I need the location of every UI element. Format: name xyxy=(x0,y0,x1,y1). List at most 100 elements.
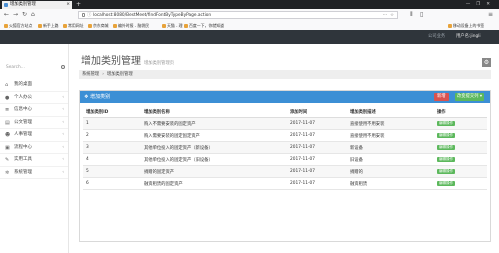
table-row: 5 捐赠的固定资产 2017-11-07 捐赠的 编辑操作 xyxy=(83,165,487,178)
chevron-left-icon: ‹ xyxy=(62,94,64,100)
category-table: 增加类别ID 增加类别名称 添加时间 增加类别描述 操作 1 购入不需要安装的固… xyxy=(83,107,487,190)
category-panel: ❖ 增加类别 新增 改变提交列 ▾ 增加类别ID 增加类别名称 添加时间 增加类… xyxy=(79,90,491,242)
mobile-bookmarks[interactable]: 移动设备上的书签 xyxy=(448,21,484,30)
column-header[interactable]: 添加时间 xyxy=(287,107,347,118)
column-header: 操作 xyxy=(434,107,487,118)
chevron-left-icon: ‹ xyxy=(62,107,64,112)
bookmark-item[interactable]: 新手上路 xyxy=(38,21,59,30)
chevron-left-icon: ‹ xyxy=(62,132,64,137)
sidebar-item-workflow[interactable]: ▣ 流程中心 ‹ xyxy=(0,142,68,154)
sidebar-item-hr[interactable]: ☻ 人事管理 ‹ xyxy=(0,129,68,142)
breadcrumb-item[interactable]: 系统管理 xyxy=(82,72,99,77)
tab-close-icon[interactable]: × xyxy=(66,1,70,9)
sidebar-item-tools[interactable]: ✎ 实用工具 ‹ xyxy=(0,154,68,167)
cell-name: 购入不需要安装的固定资产 xyxy=(141,117,287,130)
bookmark-item[interactable]: 百度一下，你就知道 xyxy=(184,21,224,30)
bookmark-item[interactable]: 火狐官方站点 xyxy=(4,21,32,30)
table-row: 1 购入不需要安装的固定资产 2017-11-07 直接使用不用安装 编辑操作 xyxy=(83,117,487,130)
cell-id: 1 xyxy=(83,117,141,130)
library-icon[interactable]: ⫴ xyxy=(410,11,413,19)
table-row: 2 购入需要安装的固定固定资产 2017-11-07 直接使用不用安装 编辑操作 xyxy=(83,129,487,142)
table-row: 3 其他单位投入的固定资产（新设备） 2017-11-07 新设备 编辑操作 xyxy=(83,141,487,154)
column-header[interactable]: 增加类别ID xyxy=(83,107,141,118)
new-tab-icon[interactable]: + xyxy=(76,0,81,9)
browser-tab[interactable]: 增加类别管理 × xyxy=(2,1,72,9)
edit-button[interactable]: 编辑操作 xyxy=(437,121,455,126)
sidebar-item-desktop[interactable]: ⌂ 我的桌面 xyxy=(0,79,68,92)
cell-action: 编辑操作 xyxy=(434,129,487,142)
sidebar-search-input[interactable]: Search... xyxy=(3,63,61,72)
column-header[interactable]: 增加类别名称 xyxy=(141,107,287,118)
edit-button[interactable]: 编辑操作 xyxy=(437,169,455,174)
cell-name: 购入需要安装的固定固定资产 xyxy=(141,129,287,142)
window-controls[interactable]: —❐✕ xyxy=(466,0,496,9)
cell-action: 编辑操作 xyxy=(434,141,487,154)
edit-button[interactable]: 编辑操作 xyxy=(437,133,455,138)
column-header[interactable]: 增加类别描述 xyxy=(347,107,434,118)
chevron-left-icon: ‹ xyxy=(62,144,64,150)
settings-gear-icon[interactable]: ⚙ xyxy=(482,58,491,67)
table-row: 4 其他单位投入的固定资产（旧设备） 2017-11-07 旧设备 编辑操作 xyxy=(83,153,487,166)
sidebar-item-documents[interactable]: ▤ 公文管理 ‹ xyxy=(0,117,68,129)
cell-id: 5 xyxy=(83,165,141,178)
cell-date: 2017-11-07 xyxy=(287,177,347,190)
sidebar-item-info-center[interactable]: ≣ 信息中心 ‹ xyxy=(0,104,68,117)
sidebar-toggle-icon[interactable]: ▯ xyxy=(420,11,423,19)
bookmark-item[interactable]: 编外时报 - 脑袋民 xyxy=(113,21,149,30)
company-business-link[interactable]: 公司业务 xyxy=(428,30,445,44)
cell-name: 融资租赁的固定资产 xyxy=(141,177,287,190)
wrench-icon: ✎ xyxy=(5,157,10,163)
edit-button[interactable]: 编辑操作 xyxy=(437,157,455,162)
browser-tab-bar: 增加类别管理 × + —❐✕ xyxy=(0,0,499,9)
bookmark-item[interactable]: 天猫 - 理 xyxy=(162,21,183,30)
url-bar[interactable]: ⓘ localhost:8080/BestMeet/findFontByType… xyxy=(78,11,398,19)
edit-button[interactable]: 编辑操作 xyxy=(437,181,455,186)
bookmark-icon xyxy=(63,24,67,28)
cell-date: 2017-11-07 xyxy=(287,153,347,166)
breadcrumb: 系统管理 › 增加类别管理 xyxy=(79,70,491,79)
people-icon: ☻ xyxy=(5,132,11,138)
cell-name: 其他单位投入的固定资产（旧设备） xyxy=(141,153,287,166)
bookmark-icon xyxy=(88,24,92,28)
menu-icon[interactable]: ≡ xyxy=(488,11,493,19)
cell-desc: 捐赠的 xyxy=(347,165,434,178)
cell-id: 3 xyxy=(83,141,141,154)
chevron-left-icon: ‹ xyxy=(62,119,64,125)
cell-desc: 直接使用不用安装 xyxy=(347,129,434,142)
add-button[interactable]: 新增 xyxy=(434,93,449,101)
cell-id: 2 xyxy=(83,129,141,142)
chevron-left-icon: ‹ xyxy=(62,169,64,175)
cell-desc: 旧设备 xyxy=(347,153,434,166)
cell-date: 2017-11-07 xyxy=(287,165,347,178)
page-actions-icon[interactable]: ··· xyxy=(383,12,387,18)
gear-icon: ✲ xyxy=(5,169,10,176)
cell-date: 2017-11-07 xyxy=(287,141,347,154)
cell-id: 4 xyxy=(83,153,141,166)
user-menu[interactable]: 用户名:jingli xyxy=(456,30,481,44)
sidebar-item-personal-office[interactable]: ● 个人办公 ‹ xyxy=(0,92,68,104)
cell-action: 编辑操作 xyxy=(434,117,487,130)
edit-button[interactable]: 编辑操作 xyxy=(437,145,455,150)
bookmark-icon xyxy=(184,24,188,28)
user-icon: ● xyxy=(5,94,10,101)
reload-icon[interactable]: ↻ xyxy=(22,11,27,19)
bookmark-star-icon[interactable]: ☆ xyxy=(390,12,394,18)
tab-favicon-icon xyxy=(4,3,8,7)
cell-action: 编辑操作 xyxy=(434,153,487,166)
chevron-left-icon: ‹ xyxy=(62,157,64,162)
cell-action: 编辑操作 xyxy=(434,165,487,178)
sidebar-item-system[interactable]: ✲ 系统管理 ‹ xyxy=(0,167,68,179)
home-nav-icon[interactable]: ⌂ xyxy=(31,11,35,19)
search-icon[interactable] xyxy=(61,65,65,69)
table-row: 6 融资租赁的固定资产 2017-11-07 融资租赁 编辑操作 xyxy=(83,177,487,190)
bookmark-item[interactable]: 京东商城 xyxy=(88,21,109,30)
sidebar-menu: ⌂ 我的桌面 ● 个人办公 ‹ ≣ 信息中心 ‹ ▤ 公文管理 ‹ ☻ 人事管理 ‹ ▣ 流程中心 ‹… xyxy=(0,79,68,179)
cell-date: 2017-11-07 xyxy=(287,117,347,130)
document-icon: ▤ xyxy=(5,119,10,126)
bookmark-item[interactable]: 常用网址 xyxy=(63,21,84,30)
back-icon[interactable]: ← xyxy=(4,11,9,19)
submit-columns-button[interactable]: 改变提交列 ▾ xyxy=(455,93,485,101)
bookmark-icon xyxy=(113,24,117,28)
bookmark-icon xyxy=(162,24,166,28)
forward-icon[interactable]: → xyxy=(13,11,18,19)
